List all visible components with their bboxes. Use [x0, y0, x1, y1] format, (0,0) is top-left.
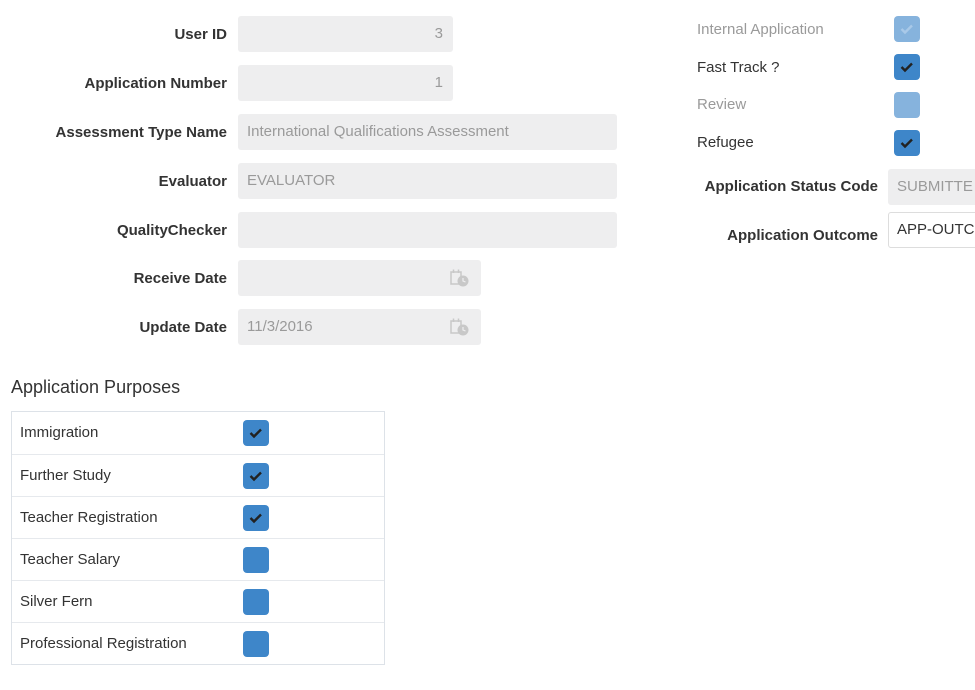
review-checkbox[interactable] — [894, 92, 920, 118]
quality-checker-label: QualityChecker — [116, 222, 227, 239]
check-icon — [249, 428, 262, 439]
update-date-field[interactable]: 11/3/2016 — [238, 309, 481, 345]
check-icon — [900, 138, 913, 149]
purpose-row-teacher-registration: Teacher Registration — [12, 496, 384, 538]
refugee-label: Refugee — [697, 134, 754, 151]
internal-application-label: Internal Application — [697, 21, 824, 38]
user-id-label: User ID — [174, 26, 227, 43]
application-outcome-label: Application Outcome — [727, 227, 878, 244]
fast-track-label: Fast Track ? — [697, 59, 780, 76]
purpose-label: Teacher Registration — [20, 509, 158, 526]
purpose-label: Professional Registration — [20, 635, 187, 652]
update-date-label: Update Date — [139, 319, 227, 336]
purpose-row-further-study: Further Study — [12, 454, 384, 496]
assessment-type-name-label: Assessment Type Name — [55, 124, 227, 141]
user-id-field[interactable]: 3 — [238, 16, 453, 52]
purpose-label: Further Study — [20, 467, 111, 484]
application-status-code-label: Application Status Code — [704, 178, 878, 195]
purpose-label: Teacher Salary — [20, 551, 121, 568]
application-purposes-title: Application Purposes — [11, 377, 181, 397]
application-number-field[interactable]: 1 — [238, 65, 453, 101]
evaluator-label: Evaluator — [158, 173, 227, 190]
purpose-row-professional-registration: Professional Registration — [12, 622, 384, 664]
application-purposes-table: Immigration Further Study Teacher Regist… — [11, 411, 385, 665]
check-icon — [249, 471, 262, 482]
purpose-row-immigration: Immigration — [12, 412, 384, 454]
application-status-code-field[interactable]: SUBMITTE — [888, 169, 975, 205]
receive-date-label: Receive Date — [133, 270, 227, 287]
immigration-checkbox[interactable] — [243, 420, 269, 446]
purpose-label: Silver Fern — [20, 593, 93, 610]
refugee-checkbox[interactable] — [894, 130, 920, 156]
quality-checker-field[interactable] — [238, 212, 617, 248]
receive-date-field[interactable] — [238, 260, 481, 296]
check-icon — [900, 62, 913, 73]
evaluator-field[interactable]: EVALUATOR — [238, 163, 617, 199]
teacher-registration-checkbox[interactable] — [243, 505, 269, 531]
update-date-value: 11/3/2016 — [247, 318, 313, 335]
calendar-clock-icon[interactable] — [449, 269, 471, 287]
check-icon — [249, 513, 262, 524]
purpose-row-teacher-salary: Teacher Salary — [12, 538, 384, 580]
fast-track-checkbox[interactable] — [894, 54, 920, 80]
review-label: Review — [697, 96, 747, 113]
assessment-type-name-field[interactable]: International Qualifications Assessment — [238, 114, 617, 150]
teacher-salary-checkbox[interactable] — [243, 547, 269, 573]
silver-fern-checkbox[interactable] — [243, 589, 269, 615]
professional-registration-checkbox[interactable] — [243, 631, 269, 657]
calendar-clock-icon[interactable] — [449, 318, 471, 336]
check-icon — [900, 24, 913, 35]
application-outcome-select[interactable]: APP-OUTC — [888, 212, 975, 248]
purpose-label: Immigration — [20, 424, 99, 441]
internal-application-checkbox[interactable] — [894, 16, 920, 42]
application-number-label: Application Number — [84, 75, 227, 92]
further-study-checkbox[interactable] — [243, 463, 269, 489]
purpose-row-silver-fern: Silver Fern — [12, 580, 384, 622]
